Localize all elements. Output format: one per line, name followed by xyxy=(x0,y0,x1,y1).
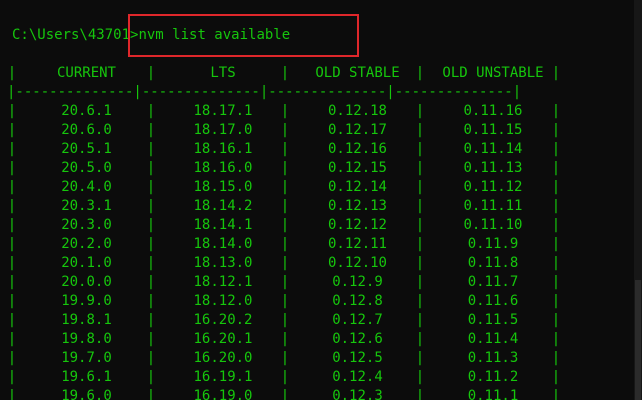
cell-old-stable: 0.12.7 xyxy=(332,312,383,328)
cell-lts: 18.14.2 xyxy=(193,198,253,214)
cell-old-stable: 0.12.3 xyxy=(332,388,383,400)
column-divider: | xyxy=(7,236,17,252)
cell-old-stable: 0.12.4 xyxy=(332,369,383,385)
cell-lts: 18.14.0 xyxy=(193,236,253,252)
cell-old-stable: 0.12.15 xyxy=(327,160,387,176)
cell-current: 20.4.0 xyxy=(61,179,112,195)
cell-old-stable: 0.12.18 xyxy=(327,103,387,119)
vertical-scrollbar[interactable] xyxy=(634,0,642,400)
cell-current: 19.6.1 xyxy=(61,369,112,385)
cell-old-unstable: 0.11.15 xyxy=(463,122,523,138)
column-divider: | xyxy=(7,388,17,400)
cell-current: 19.7.0 xyxy=(61,350,112,366)
cell-old-stable: 0.12.17 xyxy=(327,122,387,138)
cell-current: 19.8.0 xyxy=(61,331,112,347)
cell-lts: 16.20.1 xyxy=(193,331,253,347)
cell-lts: 16.20.0 xyxy=(193,350,253,366)
cell-old-unstable: 0.11.10 xyxy=(463,217,523,233)
cell-old-unstable: 0.11.4 xyxy=(467,331,519,347)
cell-old-unstable: 0.11.9 xyxy=(467,236,519,252)
cell-lts: 18.17.0 xyxy=(193,122,253,138)
cell-current: 20.3.1 xyxy=(61,198,112,214)
cell-lts: 18.13.0 xyxy=(193,255,253,271)
cell-old-unstable: 0.11.7 xyxy=(467,274,519,290)
cell-lts: 18.17.1 xyxy=(193,103,253,119)
cell-old-unstable: 0.11.3 xyxy=(467,350,519,366)
cell-old-stable: 0.12.16 xyxy=(327,141,387,157)
prompt-path: C:\Users\43701> xyxy=(12,27,139,43)
cell-lts: 16.19.1 xyxy=(193,369,253,385)
column-divider: | xyxy=(7,141,17,157)
column-divider: | xyxy=(7,369,17,385)
cell-current: 19.6.0 xyxy=(61,388,112,400)
column-divider: | xyxy=(7,65,17,81)
cell-lts: 18.12.0 xyxy=(193,293,253,309)
cell-old-stable: 0.12.14 xyxy=(327,179,387,195)
cell-current: 20.6.0 xyxy=(61,122,112,138)
cell-lts: 16.20.2 xyxy=(193,312,253,328)
cell-old-stable: 0.12.13 xyxy=(327,198,387,214)
cell-current: 19.9.0 xyxy=(61,293,112,309)
cell-current: 20.2.0 xyxy=(61,236,112,252)
cell-old-stable: 0.12.6 xyxy=(332,331,383,347)
column-divider: | xyxy=(7,255,17,271)
cell-old-unstable: 0.11.14 xyxy=(463,141,523,157)
column-divider: | xyxy=(7,198,17,214)
cell-lts: 18.16.1 xyxy=(193,141,253,157)
cell-old-stable: 0.12.10 xyxy=(327,255,387,271)
column-divider: | xyxy=(7,179,17,195)
cell-old-unstable: 0.11.16 xyxy=(463,103,523,119)
cell-old-stable: 0.12.9 xyxy=(332,274,383,290)
cell-current: 20.1.0 xyxy=(61,255,112,271)
cell-lts: 16.19.0 xyxy=(193,388,253,400)
cell-current: 20.6.1 xyxy=(61,103,112,119)
separator-text: |--------------|--------------|---------… xyxy=(7,84,522,100)
header-lts: LTS xyxy=(210,65,236,81)
cell-lts: 18.14.1 xyxy=(193,217,253,233)
cell-old-stable: 0.12.11 xyxy=(327,236,387,252)
header-current: CURRENT xyxy=(56,65,116,81)
cell-old-stable: 0.12.5 xyxy=(332,350,383,366)
cell-old-unstable: 0.11.1 xyxy=(467,388,519,400)
column-divider: | xyxy=(7,274,17,290)
cell-old-unstable: 0.11.11 xyxy=(463,198,523,214)
cell-old-unstable: 0.11.12 xyxy=(463,179,523,195)
column-divider: | xyxy=(7,350,17,366)
cell-lts: 18.12.1 xyxy=(193,274,253,290)
cell-current: 20.5.0 xyxy=(61,160,112,176)
cell-old-stable: 0.12.12 xyxy=(327,217,387,233)
cell-current: 20.5.1 xyxy=(61,141,112,157)
cell-old-stable: 0.12.8 xyxy=(332,293,383,309)
header-old-stable: OLD STABLE xyxy=(315,65,400,81)
cell-current: 19.8.1 xyxy=(61,312,112,328)
cell-current: 20.3.0 xyxy=(61,217,112,233)
terminal-window[interactable]: C:\Users\43701>nvm list available | | | | | C… xyxy=(0,0,634,400)
column-divider: | xyxy=(7,122,17,138)
column-divider: | xyxy=(7,331,17,347)
cell-current: 20.0.0 xyxy=(61,274,112,290)
header-old-unstable: OLD UNSTABLE xyxy=(442,65,544,81)
column-divider: | xyxy=(7,293,17,309)
column-divider: | xyxy=(7,103,17,119)
cell-old-unstable: 0.11.5 xyxy=(467,312,519,328)
cell-old-unstable: 0.11.13 xyxy=(463,160,523,176)
command-highlight-box xyxy=(128,14,359,57)
scrollbar-thumb[interactable] xyxy=(635,280,641,400)
cell-lts: 18.16.0 xyxy=(193,160,253,176)
cell-old-unstable: 0.11.8 xyxy=(467,255,519,271)
cell-old-unstable: 0.11.2 xyxy=(467,369,519,385)
column-divider: | xyxy=(7,217,17,233)
cell-old-unstable: 0.11.6 xyxy=(467,293,519,309)
column-divider: | xyxy=(7,160,17,176)
column-divider: | xyxy=(7,312,17,328)
cell-lts: 18.15.0 xyxy=(193,179,253,195)
